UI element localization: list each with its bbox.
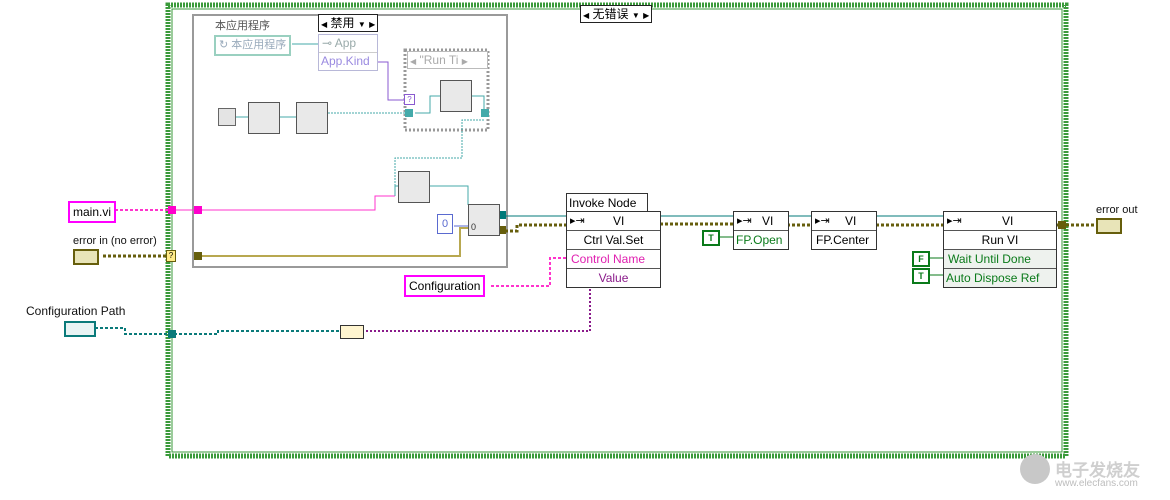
- error-in-terminal[interactable]: [73, 249, 99, 265]
- property-app-kind[interactable]: App.Kind: [319, 53, 377, 70]
- path-terminal-icon[interactable]: [64, 321, 96, 337]
- next-case-icon[interactable]: ▶: [462, 57, 468, 66]
- false-constant[interactable]: F: [912, 251, 930, 267]
- invoke-arrow-icon: ▸⇥: [947, 215, 962, 227]
- invoke-arrow-icon: ▸⇥: [815, 215, 830, 227]
- outer-case-label: 无错误: [592, 7, 629, 21]
- numeric-constant[interactable]: 0: [437, 214, 453, 234]
- ctrl-val-set-node[interactable]: ▸⇥ VI Ctrl Val.Set Control Name Value: [566, 211, 661, 288]
- param-control-name[interactable]: Control Name: [567, 249, 660, 268]
- method-fp-center[interactable]: FP.Center: [812, 231, 876, 249]
- inner-case-label: 禁用: [330, 16, 355, 30]
- param-wait-until-done[interactable]: Wait Until Done: [944, 249, 1056, 268]
- prev-case-icon[interactable]: ◀: [321, 20, 327, 29]
- subvi-icon[interactable]: [248, 102, 280, 134]
- error-out-label: error out: [1096, 204, 1138, 216]
- invoke-arrow-icon: ▸⇥: [737, 215, 752, 227]
- select-function-icon[interactable]: 0: [468, 204, 500, 236]
- param-value[interactable]: Value: [567, 268, 660, 287]
- dropdown-arrow-icon[interactable]: ▼: [358, 20, 366, 29]
- reload-icon: ↻: [219, 39, 229, 51]
- watermark-logo-icon: [1020, 454, 1050, 484]
- key-icon: ⊸: [322, 36, 333, 50]
- property-node-header: ⊸ App: [319, 35, 377, 53]
- inner-case-selector[interactable]: ◀ 禁用 ▼ ▶: [318, 14, 379, 32]
- invoke-arrow-icon: ▸⇥: [570, 215, 585, 227]
- prev-case-icon[interactable]: ◀: [410, 57, 416, 66]
- subvi-icon[interactable]: [398, 171, 430, 203]
- error-selector-icon: ?: [166, 250, 176, 262]
- app-property-node[interactable]: ⊸ App App.Kind: [318, 34, 378, 71]
- tunnel-main: [168, 206, 176, 214]
- method-run-vi[interactable]: Run VI: [944, 231, 1056, 249]
- error-in-label: error in (no error): [73, 235, 157, 247]
- configuration-constant[interactable]: Configuration: [404, 275, 486, 297]
- invoke-node-label: Invoke Node: [566, 193, 648, 213]
- prev-case-icon[interactable]: ◀: [583, 11, 589, 20]
- inner-case-title: 本应用程序: [215, 20, 270, 32]
- param-auto-dispose-ref[interactable]: Auto Dispose Ref: [944, 268, 1056, 287]
- run-ti-case-selector[interactable]: ◀ "Run Ti ▶: [407, 51, 488, 69]
- config-path-label: Configuration Path: [26, 304, 126, 318]
- case-selector-terminal[interactable]: ?: [404, 94, 415, 105]
- true-constant[interactable]: T: [912, 268, 930, 284]
- run-vi-node[interactable]: ▸⇥ VI Run VI Wait Until Done Auto Dispos…: [943, 211, 1057, 288]
- next-case-icon[interactable]: ▶: [369, 20, 375, 29]
- to-variant-icon[interactable]: [340, 325, 364, 339]
- watermark-url: www.elecfans.com: [1055, 478, 1138, 489]
- main-vi-constant[interactable]: main.vi: [68, 201, 117, 223]
- outer-case-selector[interactable]: ◀ 无错误 ▼ ▶: [580, 5, 653, 23]
- app-ref-constant[interactable]: ↻ 本应用程序: [214, 35, 292, 56]
- subvi-icon[interactable]: [440, 80, 472, 112]
- fp-center-node[interactable]: ▸⇥ VI FP.Center: [811, 211, 877, 250]
- dropdown-arrow-icon[interactable]: ▼: [632, 11, 640, 20]
- method-fp-open[interactable]: FP.Open: [734, 231, 788, 249]
- subvi-icon[interactable]: [296, 102, 328, 134]
- file-icon[interactable]: [218, 108, 236, 126]
- fp-open-node[interactable]: ▸⇥ VI FP.Open: [733, 211, 789, 250]
- error-out-terminal[interactable]: [1096, 218, 1122, 234]
- true-constant[interactable]: T: [702, 230, 720, 246]
- method-ctrl-val-set[interactable]: Ctrl Val.Set: [567, 231, 660, 249]
- next-case-icon[interactable]: ▶: [643, 11, 649, 20]
